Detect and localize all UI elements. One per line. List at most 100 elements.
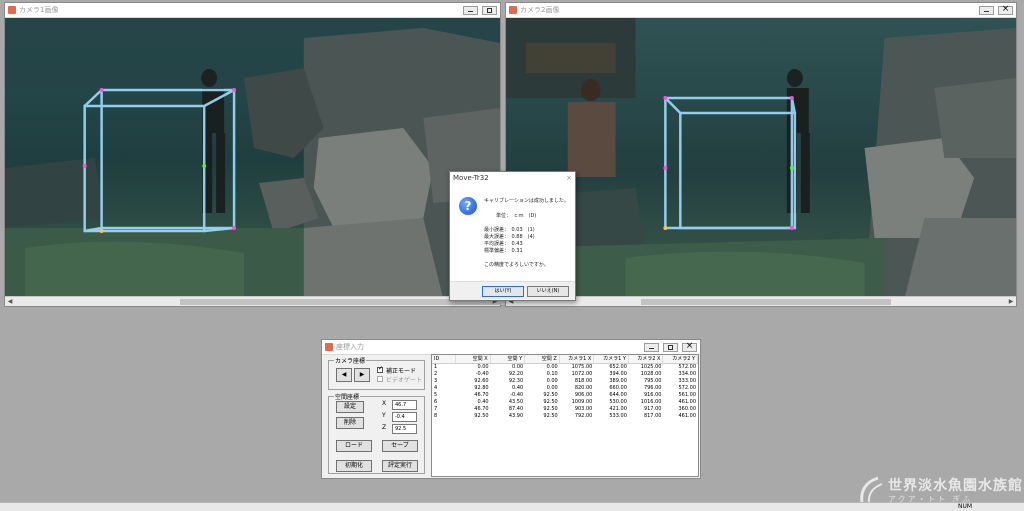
- table-cell: 644.00: [609, 392, 627, 398]
- app-icon: [8, 6, 16, 14]
- close-button[interactable]: [998, 4, 1013, 15]
- table-cell: 652.00: [609, 364, 627, 370]
- table-row[interactable]: 3 92.60 92.30 0.00 818.00 389.00 795.00 333.00: [432, 378, 698, 385]
- table-cell: 92.50: [543, 392, 558, 398]
- scroll-right-icon[interactable]: ▶: [1006, 297, 1016, 307]
- next-arrow-button[interactable]: ▶: [354, 368, 370, 382]
- table-cell: 916.00: [643, 392, 662, 398]
- table-row[interactable]: 7 46.70 87.40 92.50 903.00 421.00 917.00 360.00: [432, 406, 698, 413]
- table-cell: 0.00: [546, 378, 558, 384]
- x-input[interactable]: 46.7: [392, 400, 417, 410]
- coordinate-input-window: 座標入力 カメラ座標 ◀ ▶ ✓ 補正モード ビデオゲート 空間座標 設定 削除…: [321, 339, 701, 479]
- table-cell: 8: [434, 413, 438, 419]
- y-input[interactable]: -0.4: [392, 412, 417, 422]
- run-evaluation-button[interactable]: 評定実行: [382, 460, 418, 472]
- table-cell: 3: [434, 378, 438, 384]
- table-row[interactable]: 2 -0.40 92.20 0.10 1072.00 394.00 1028.00 334.0…: [432, 371, 698, 378]
- table-cell: 0.10: [546, 371, 558, 377]
- table-cell: 530.00: [609, 399, 627, 405]
- table-cell: 1009.00: [571, 399, 593, 405]
- status-bar: NUM: [0, 502, 1024, 511]
- column-header[interactable]: 空間 Z: [525, 355, 560, 363]
- table-cell: 2: [434, 371, 438, 377]
- table-row[interactable]: 5 46.70 -0.40 92.50 906.00 644.00 916.00 561.00: [432, 392, 698, 399]
- table-cell: 92.20: [508, 371, 524, 377]
- table-row[interactable]: 1 0.00 0.00 0.00 1075.00 652.00 1025.00 572.00: [432, 364, 698, 371]
- table-cell: 461.00: [678, 399, 697, 405]
- maximize-button[interactable]: [663, 342, 678, 352]
- table-cell: 4: [434, 385, 438, 391]
- column-header[interactable]: カメラ2 X: [629, 355, 664, 363]
- maximize-button[interactable]: [482, 5, 497, 15]
- camera2-horizontal-scrollbar[interactable]: ◀ ▶: [506, 296, 1016, 306]
- z-input[interactable]: 92.5: [392, 424, 417, 434]
- scroll-left-icon[interactable]: ◀: [5, 297, 15, 307]
- column-header[interactable]: ID: [432, 355, 457, 363]
- table-cell: 0.00: [477, 364, 489, 370]
- table-cell: 334.00: [678, 371, 697, 377]
- dialog-button-bar: はい(Y) いいえ(N): [450, 281, 575, 300]
- column-header[interactable]: カメラ1 X: [560, 355, 595, 363]
- table-cell: 533.00: [609, 413, 627, 419]
- table-row[interactable]: 4 92.80 0.40 0.00 820.00 660.00 796.00 572.00: [432, 385, 698, 392]
- yes-button[interactable]: はい(Y): [482, 286, 524, 297]
- num-lock-indicator: NUM: [958, 503, 973, 510]
- column-header[interactable]: カメラ2 Y: [663, 355, 699, 363]
- set-button[interactable]: 設定: [336, 401, 364, 413]
- table-cell: 561.00: [678, 392, 697, 398]
- correction-mode-label: 補正モード: [386, 368, 417, 375]
- table-cell: 43.50: [508, 399, 524, 405]
- save-button[interactable]: セーブ: [382, 440, 418, 452]
- initialize-button[interactable]: 初期化: [336, 460, 372, 472]
- camera1-view: [5, 18, 500, 299]
- scroll-thumb[interactable]: [641, 299, 891, 305]
- delete-button[interactable]: 削除: [336, 417, 364, 429]
- table-cell: 87.40: [508, 406, 524, 412]
- table-cell: 92.80: [474, 385, 489, 391]
- table-row[interactable]: 8 92.50 43.90 92.50 792.00 533.00 817.00 461.00: [432, 413, 698, 420]
- minimize-button[interactable]: [979, 5, 994, 15]
- dialog-message-line: 単位： ｃｍ (D): [496, 213, 537, 219]
- table-cell: 92.50: [474, 413, 489, 419]
- table-cell: 7: [434, 406, 438, 412]
- load-button[interactable]: ロード: [336, 440, 372, 452]
- logo-name: 世界淡水魚園水族館: [888, 478, 1023, 494]
- camera1-title: カメラ1画像: [19, 6, 59, 14]
- dialog-close-icon[interactable]: ×: [566, 174, 572, 184]
- prev-arrow-button[interactable]: ◀: [336, 368, 352, 382]
- app-icon: [325, 343, 333, 351]
- table-row[interactable]: 6 0.40 43.50 92.50 1009.00 530.00 1016.00 461.0…: [432, 399, 698, 406]
- table-cell: 795.00: [643, 378, 662, 384]
- table-cell: 0.00: [546, 385, 558, 391]
- table-cell: 1072.00: [571, 371, 593, 377]
- app-icon: [509, 6, 517, 14]
- camera1-horizontal-scrollbar[interactable]: ◀ ▶: [5, 296, 505, 307]
- table-cell: 43.90: [508, 413, 524, 419]
- dialog-message-line: この精度でよろしいですか。: [484, 262, 549, 268]
- table-cell: -0.40: [475, 371, 489, 377]
- minimize-button[interactable]: [463, 5, 478, 15]
- table-cell: 92.60: [474, 378, 489, 384]
- table-cell: 818.00: [574, 378, 593, 384]
- table-cell: 1028.00: [640, 371, 662, 377]
- table-header: ID 空間 X 空間 Y 空間 Z カメラ1 X カメラ1 Y カメラ2 X カ…: [432, 355, 699, 364]
- check-icon: ✓: [378, 365, 384, 372]
- table-cell: 906.00: [574, 392, 593, 398]
- x-label: X: [382, 400, 387, 407]
- column-header[interactable]: 空間 Y: [491, 355, 526, 363]
- minimize-button[interactable]: [644, 342, 659, 352]
- column-header[interactable]: 空間 X: [456, 355, 491, 363]
- correction-mode-checkbox[interactable]: ✓: [377, 365, 384, 373]
- table-cell: 572.00: [678, 364, 697, 370]
- dialog-title: Move-Tr32: [453, 174, 489, 182]
- column-header[interactable]: カメラ1 Y: [594, 355, 629, 363]
- coord-window-title: 座標入力: [336, 343, 364, 351]
- no-button[interactable]: いいえ(N): [527, 286, 569, 297]
- video-gate-checkbox[interactable]: [377, 376, 383, 382]
- table-cell: 0.00: [512, 364, 524, 370]
- info-icon: ?: [459, 197, 477, 215]
- camera-coords-caption: カメラ座標: [334, 356, 367, 365]
- close-button[interactable]: [682, 341, 697, 352]
- y-label: Y: [382, 412, 386, 419]
- coordinate-table[interactable]: ID 空間 X 空間 Y 空間 Z カメラ1 X カメラ1 Y カメラ2 X カ…: [431, 354, 699, 477]
